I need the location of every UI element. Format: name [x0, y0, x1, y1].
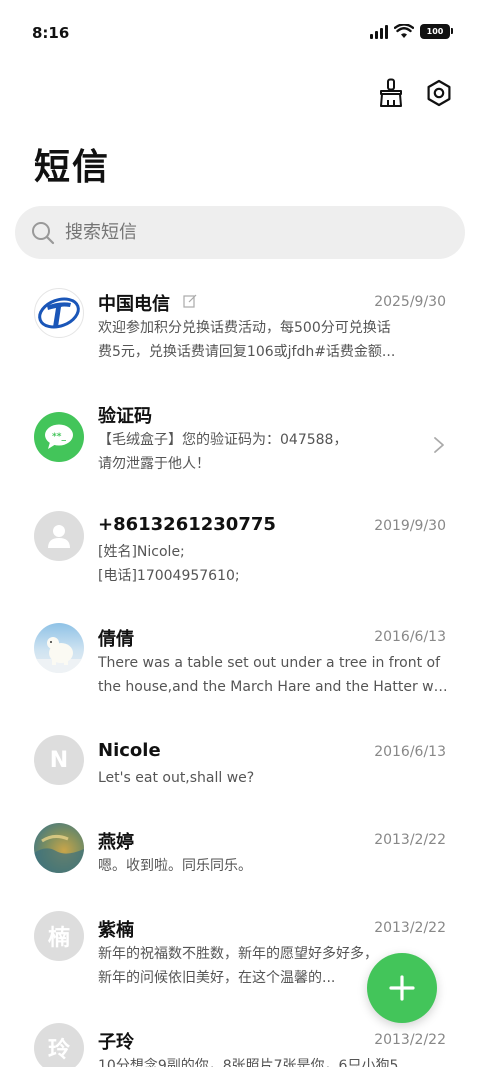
signal-icon — [370, 24, 388, 39]
page-title: 短信 — [34, 147, 111, 188]
conversation-name: 燕婷 — [98, 832, 134, 853]
letter-avatar: 玲 — [34, 1023, 84, 1067]
conversation-name: Nicole — [98, 740, 161, 761]
conversation-name: 子玲 — [98, 1032, 134, 1053]
conversation-item[interactable]: 倩倩 2016/6/13 There was a table set out u… — [0, 618, 480, 728]
letter-avatar: 楠 — [34, 911, 84, 961]
preview-line-1: 10分想念9副的你，8张照片7张是你，6只小狗5... — [98, 1058, 412, 1067]
svg-text:**_: **_ — [52, 432, 66, 442]
conversation-item[interactable]: 玲 子玲 2013/2/22 10分想念9副的你，8张照片7张是你，6只小狗5.… — [0, 1021, 480, 1067]
preview-line-1: Let's eat out,shall we? — [98, 770, 255, 786]
preview-line-2: 费5元，兑换话费请回复106或jfdh#话费金额... — [98, 344, 396, 360]
conversation-date: 2016/6/13 — [374, 629, 446, 645]
conversation-name: 倩倩 — [98, 629, 134, 650]
search-bar[interactable] — [15, 206, 465, 259]
china-telecom-logo-avatar — [34, 288, 84, 338]
conversation-name: +8613261230775 — [98, 514, 276, 535]
conversation-name: 紫楠 — [98, 920, 134, 941]
conversation-date: 2019/9/30 — [374, 518, 446, 534]
conversation-preview: There was a table set out under a tree i… — [98, 651, 448, 699]
landscape-photo-avatar — [34, 823, 84, 873]
settings-button[interactable] — [424, 76, 454, 110]
search-input[interactable] — [65, 222, 425, 243]
polar-bear-photo-avatar — [34, 623, 84, 673]
conversation-date: 2016/6/13 — [374, 744, 446, 760]
compose-button[interactable] — [367, 953, 437, 1023]
preview-line-2: 请勿泄露于他人！ — [98, 456, 210, 472]
preview-line-1: 嗯。收到啦。同乐同乐。 — [98, 858, 252, 874]
conversation-item[interactable]: +8613261230775 2019/9/30 [姓名]Nicole; [电话… — [0, 507, 480, 617]
conversation-item[interactable]: **_ 验证码 【毛绒盒子】您的验证码为：047588， 请勿泄露于他人！ — [0, 395, 480, 505]
preview-line-1: [姓名]Nicole; — [98, 544, 185, 560]
conversation-date: 2013/2/22 — [374, 920, 446, 936]
wifi-icon — [394, 24, 414, 38]
battery-level: 100 — [426, 27, 444, 36]
status-bar: 8:16 100 — [0, 0, 480, 64]
landscape-photo-icon — [34, 834, 84, 873]
conversation-name: 验证码 — [98, 406, 152, 427]
preview-line-1: 欢迎参加积分兑换话费活动，每500分可兑换话 — [98, 320, 391, 336]
preview-line-2: the house,and the March Hare and the Hat… — [98, 679, 448, 695]
conversation-preview: [姓名]Nicole; [电话]17004957610; — [98, 540, 448, 588]
person-icon — [48, 525, 70, 548]
conversation-preview: Let's eat out,shall we? — [98, 766, 448, 790]
conversation-preview: 10分想念9副的你，8张照片7张是你，6只小狗5... — [98, 1054, 448, 1067]
conversation-preview: 欢迎参加积分兑换话费活动，每500分可兑换话 费5元，兑换话费请回复106或jf… — [98, 316, 448, 364]
china-telecom-logo-icon — [38, 297, 80, 329]
plus-icon — [389, 975, 415, 1001]
conversation-date: 2025/9/30 — [374, 294, 446, 310]
status-time: 8:16 — [32, 24, 70, 42]
gear-icon — [427, 79, 451, 107]
preview-line-1: There was a table set out under a tree i… — [98, 655, 441, 671]
conversation-preview: 【毛绒盒子】您的验证码为：047588， 请勿泄露于他人！ — [98, 428, 448, 476]
broom-icon — [380, 78, 402, 107]
message-bubble-avatar: **_ — [34, 412, 84, 462]
conversation-date: 2013/2/22 — [374, 832, 446, 848]
battery-icon: 100 — [420, 24, 453, 39]
conversation-name: 中国电信 — [98, 294, 170, 315]
clean-button[interactable] — [376, 76, 406, 110]
search-icon — [32, 221, 55, 244]
chevron-right-icon[interactable] — [432, 435, 446, 455]
conversation-date: 2013/2/22 — [374, 1032, 446, 1048]
polar-bear-icon — [34, 637, 84, 673]
letter-avatar: N — [34, 735, 84, 785]
preview-line-1: 【毛绒盒子】您的验证码为：047588， — [98, 432, 348, 448]
preview-line-2: [电话]17004957610; — [98, 568, 240, 584]
message-bubble-icon: **_ — [45, 424, 73, 449]
edit-icon — [183, 294, 197, 308]
conversation-item[interactable]: 中国电信 2025/9/30 欢迎参加积分兑换话费活动，每500分可兑换话 费5… — [0, 283, 480, 393]
person-placeholder-avatar — [34, 511, 84, 561]
status-icons: 100 — [370, 24, 453, 39]
top-actions — [376, 76, 454, 110]
conversation-preview: 嗯。收到啦。同乐同乐。 — [98, 854, 448, 878]
